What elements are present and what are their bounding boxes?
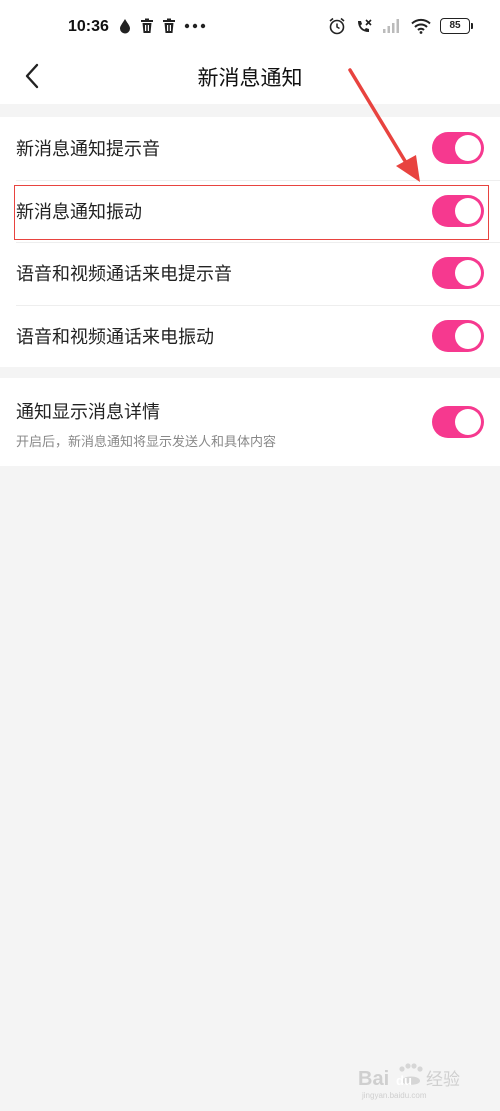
toggle-knob — [455, 260, 481, 286]
water-drop-icon — [120, 19, 130, 34]
trash-icon — [141, 18, 153, 33]
message-vibrate-toggle[interactable] — [432, 194, 484, 227]
page-title: 新消息通知 — [197, 66, 303, 90]
status-time: 10:36 — [68, 18, 109, 35]
trash-icon — [163, 18, 175, 33]
setting-row-call-ringtone[interactable]: 语音和视频通话来电提示音 — [0, 242, 500, 305]
setting-row-message-vibrate[interactable]: 新消息通知振动 — [0, 179, 500, 243]
svg-text:du: du — [396, 1073, 412, 1088]
setting-label: 新消息通知振动 — [16, 201, 142, 223]
baidu-jingyan-watermark: Bai du 经验 jingyan.baidu.com — [356, 1061, 476, 1101]
toggle-knob — [455, 409, 481, 435]
baidu-logo: Bai du 经验 jingyan.baidu.com — [358, 1063, 460, 1100]
call-vibrate-toggle[interactable] — [432, 319, 484, 352]
call-ringtone-toggle[interactable] — [432, 257, 484, 289]
setting-description: 开启后，新消息通知将显示发送人和具体内容 — [16, 435, 277, 450]
toggle-knob — [455, 197, 481, 224]
signal-off-icon — [383, 19, 399, 33]
setting-row-call-vibrate[interactable]: 语音和视频通话来电振动 — [0, 304, 500, 368]
toggle-knob — [455, 322, 481, 349]
setting-row-show-details[interactable]: 通知显示消息详情 开启后，新消息通知将显示发送人和具体内容 — [0, 378, 500, 466]
svg-text:jingyan.baidu.com: jingyan.baidu.com — [361, 1091, 427, 1100]
show-details-toggle[interactable] — [432, 406, 484, 438]
missed-call-icon — [358, 19, 372, 32]
status-bar: 10:36 85 — [0, 0, 500, 52]
notification-icons — [118, 18, 206, 34]
setting-row-message-sound[interactable]: 新消息通知提示音 — [0, 117, 500, 180]
battery-indicator: 85 — [440, 18, 473, 34]
system-icons: 85 — [328, 17, 473, 35]
app-header: 新消息通知 — [0, 52, 500, 104]
battery-level: 85 — [449, 20, 461, 31]
alarm-icon — [329, 17, 345, 35]
notification-detail-group: 通知显示消息详情 开启后，新消息通知将显示发送人和具体内容 — [0, 378, 500, 466]
svg-text:Bai: Bai — [358, 1068, 389, 1090]
setting-label: 通知显示消息详情 — [16, 402, 160, 423]
notification-settings-group: 新消息通知提示音 新消息通知振动 语音和视频通话来电提示音 语音和视频通话来电振… — [0, 117, 500, 367]
toggle-knob — [455, 135, 481, 161]
setting-label: 语音和视频通话来电振动 — [16, 326, 214, 348]
setting-label: 语音和视频通话来电提示音 — [16, 264, 232, 285]
setting-label: 新消息通知提示音 — [16, 139, 160, 160]
wifi-icon — [411, 18, 431, 34]
more-dots-icon — [184, 23, 206, 29]
svg-text:经验: 经验 — [426, 1070, 460, 1090]
message-sound-toggle[interactable] — [432, 132, 484, 164]
